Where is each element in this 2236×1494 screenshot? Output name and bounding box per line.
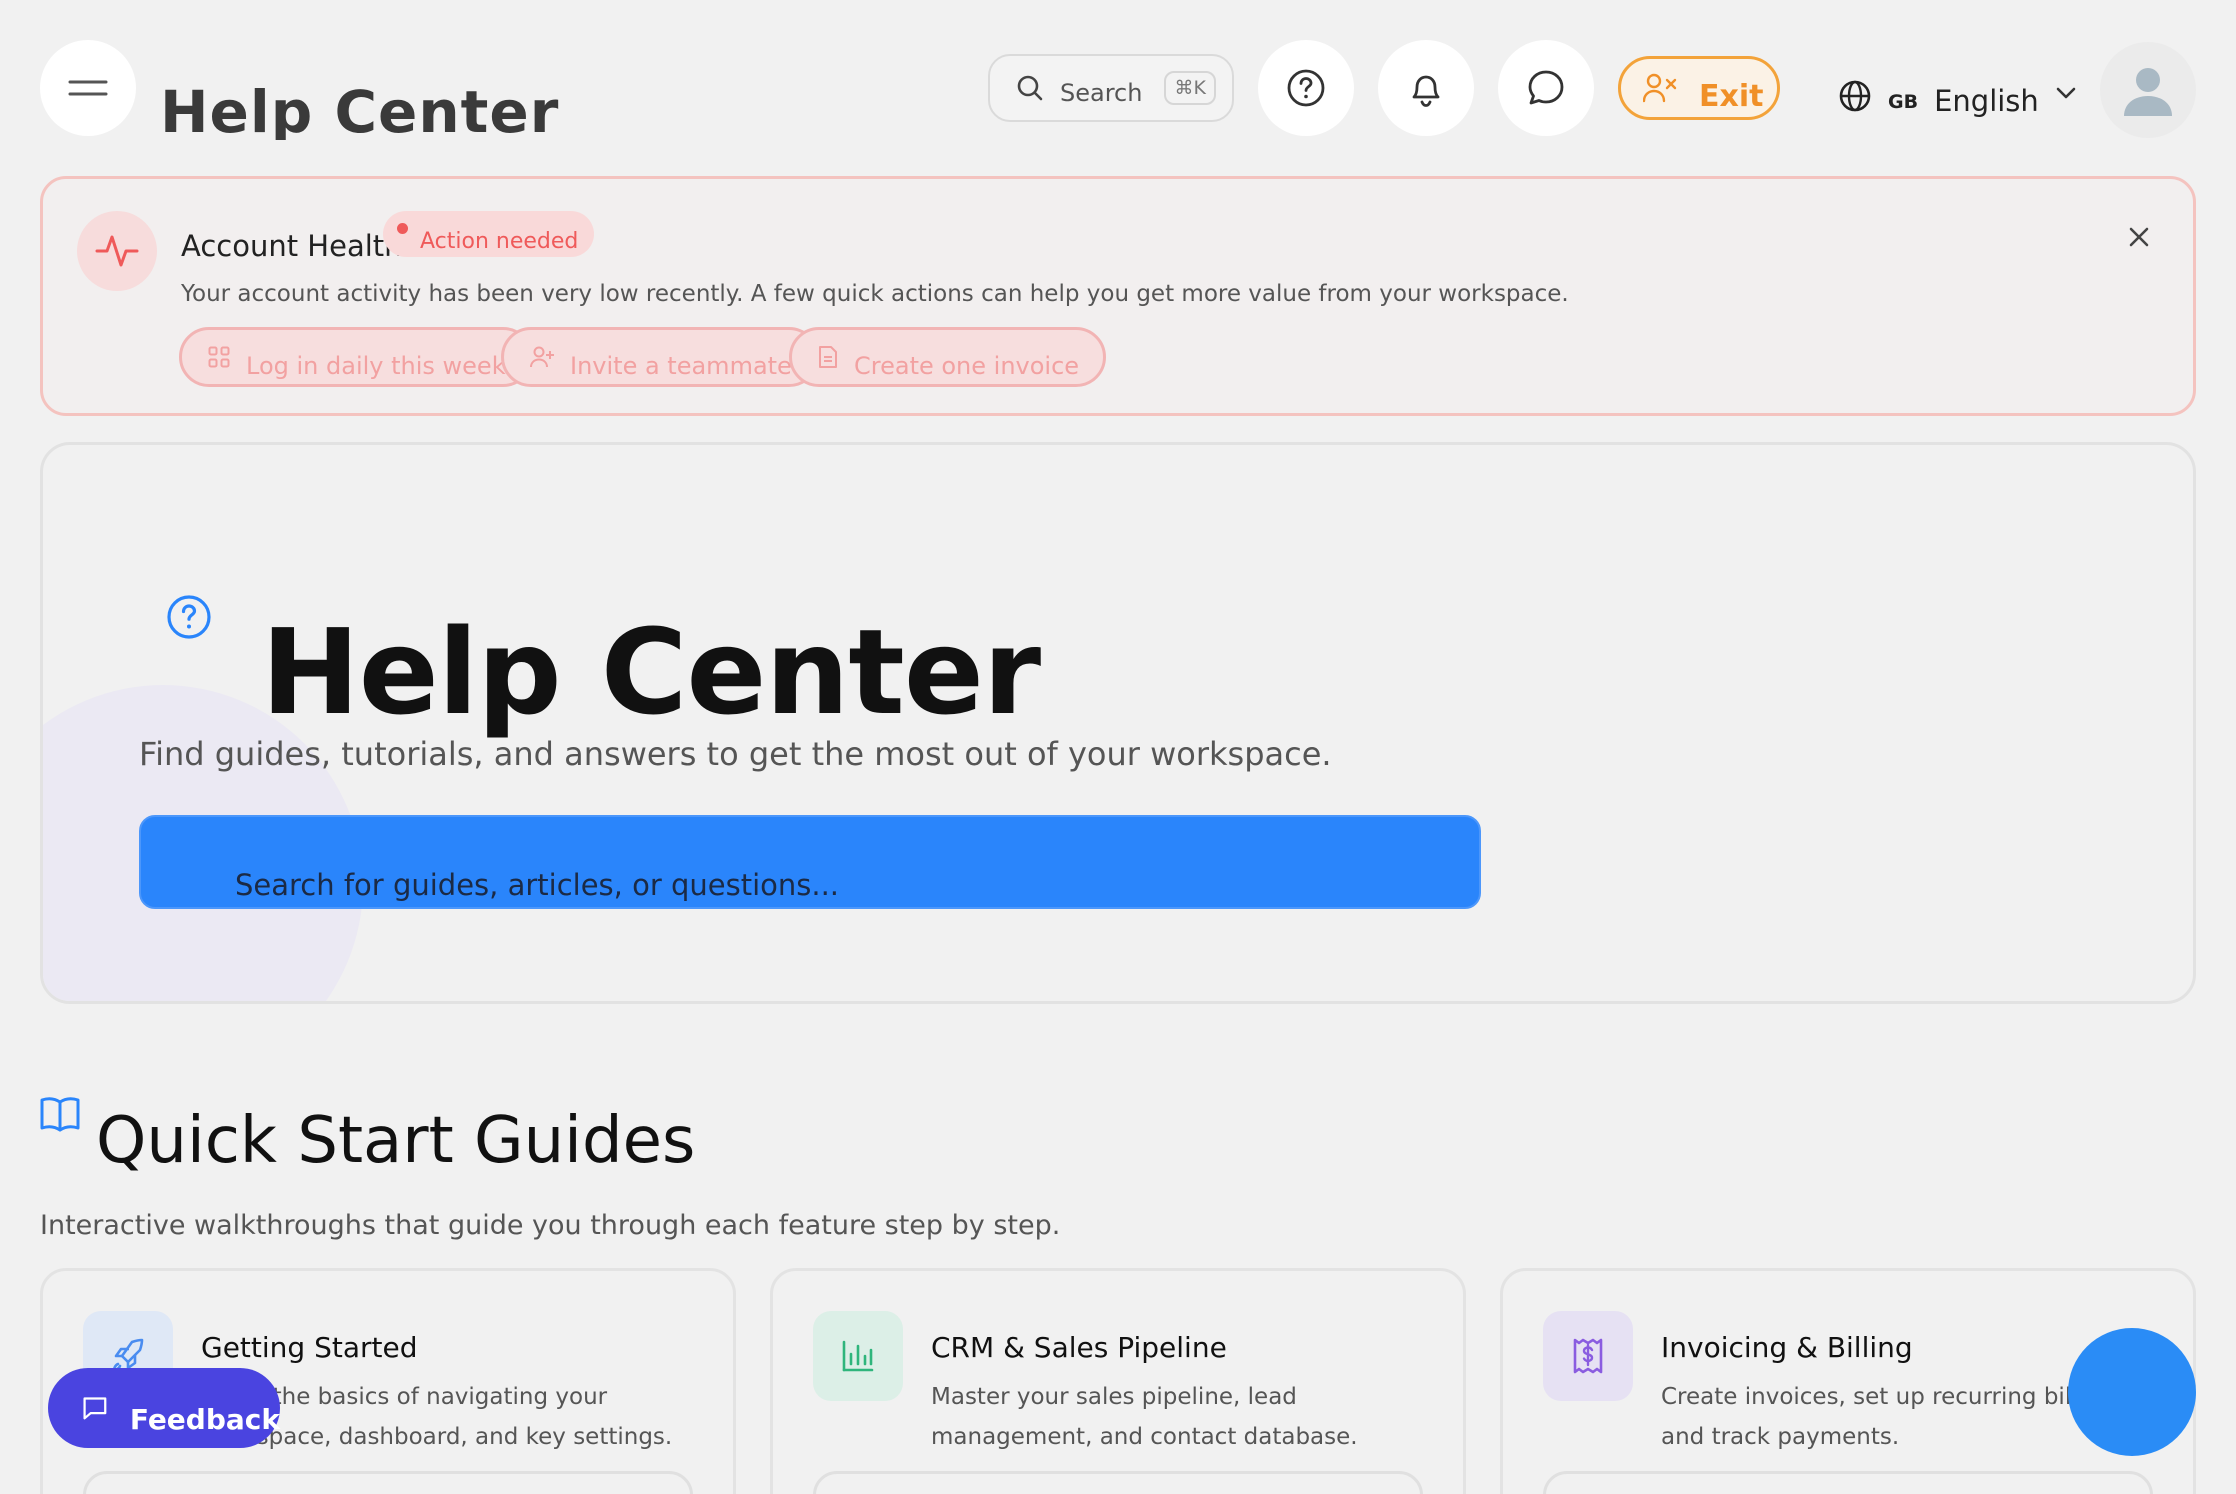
- exit-label: Exit: [1699, 78, 1764, 114]
- action-chip-invoice[interactable]: Create one invoice: [789, 327, 1107, 387]
- close-icon: [2129, 227, 2149, 247]
- card-start-button[interactable]: [813, 1471, 1423, 1494]
- invoice-icon: [1573, 1338, 1603, 1374]
- hero-subtitle: Find guides, tutorials, and answers to g…: [139, 735, 1332, 773]
- quick-start-title: Quick Start Guides: [96, 1104, 696, 1178]
- card-title: Getting Started: [201, 1331, 418, 1364]
- help-button[interactable]: [1258, 40, 1354, 136]
- activity-icon: [95, 235, 139, 267]
- hamburger-icon: [68, 80, 108, 96]
- hero-search-input[interactable]: [235, 861, 1335, 907]
- card-start-button[interactable]: [83, 1471, 693, 1494]
- language-code: GB: [1888, 91, 1919, 113]
- action-chip-label: Log in daily this week: [246, 352, 506, 380]
- book-icon: [40, 1097, 80, 1132]
- quick-start-subtitle: Interactive walkthroughs that guide you …: [40, 1210, 1061, 1241]
- hero-section: Help Center Find guides, tutorials, and …: [40, 442, 2196, 1004]
- action-chip-invite[interactable]: Invite a teammate: [501, 327, 819, 387]
- status-badge: Action needed: [383, 211, 595, 257]
- grid-icon: [208, 346, 230, 368]
- hero-search-box[interactable]: [139, 815, 1481, 909]
- page-title: Help Center: [160, 78, 560, 140]
- health-icon-wrap: [77, 211, 157, 291]
- guide-card-crm[interactable]: CRM & Sales Pipeline Master your sales p…: [770, 1268, 1466, 1494]
- help-circle-icon: [167, 595, 211, 639]
- health-title: Account Health: [181, 229, 403, 263]
- exit-button[interactable]: Exit: [1618, 56, 1780, 120]
- chevron-down-icon: [2056, 87, 2076, 99]
- globe-icon: [1839, 80, 1871, 112]
- chart-icon: [842, 1340, 874, 1372]
- health-description: Your account activity has been very low …: [181, 281, 1569, 307]
- help-icon: [1287, 69, 1325, 107]
- user-plus-icon: [530, 346, 554, 368]
- search-button[interactable]: Search ⌘K: [988, 54, 1234, 122]
- card-title: CRM & Sales Pipeline: [931, 1331, 1227, 1364]
- chat-button[interactable]: [1498, 40, 1594, 136]
- status-badge-label: Action needed: [420, 229, 579, 254]
- avatar[interactable]: [2100, 42, 2196, 138]
- action-chip-login[interactable]: Log in daily this week: [179, 327, 533, 387]
- hero-title: Help Center: [261, 603, 1041, 741]
- user-icon: [2124, 68, 2172, 116]
- search-shortcut: ⌘K: [1164, 71, 1216, 105]
- card-title: Invoicing & Billing: [1661, 1331, 1913, 1364]
- action-chip-label: Create one invoice: [854, 352, 1080, 380]
- language-name: English: [1934, 84, 2039, 118]
- search-label: Search: [1060, 79, 1143, 107]
- chat-icon: [1528, 70, 1564, 105]
- notifications-button[interactable]: [1378, 40, 1474, 136]
- close-banner-button[interactable]: [2119, 217, 2159, 257]
- language-selector[interactable]: GB English: [1838, 68, 2077, 124]
- search-icon: [1017, 75, 1043, 101]
- menu-button[interactable]: [40, 40, 136, 136]
- bell-icon: [1412, 75, 1440, 107]
- feedback-button[interactable]: Feedback: [48, 1368, 280, 1448]
- card-icon-wrap: [813, 1311, 903, 1401]
- feedback-label: Feedback: [129, 1402, 280, 1436]
- account-health-banner: Account Health Action needed Your accoun…: [40, 176, 2196, 416]
- action-chip-label: Invite a teammate: [570, 352, 792, 380]
- status-dot: [397, 223, 408, 234]
- card-description: Master your sales pipeline, lead managem…: [931, 1384, 1358, 1450]
- support-chat-fab[interactable]: [2068, 1328, 2196, 1456]
- card-start-button[interactable]: [1543, 1471, 2153, 1494]
- message-square-icon: [83, 1397, 107, 1420]
- card-icon-wrap: [1543, 1311, 1633, 1401]
- document-icon: [819, 346, 837, 368]
- user-x-icon: [1643, 73, 1677, 103]
